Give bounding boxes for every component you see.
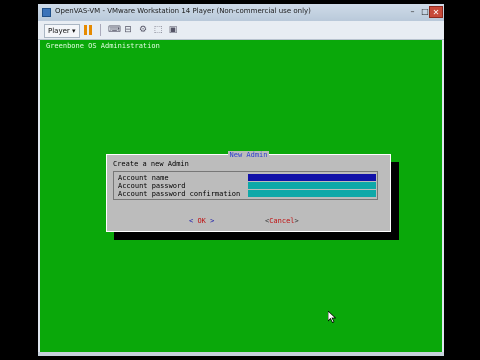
account-name-label: Account name xyxy=(118,174,169,182)
console-header: Greenbone OS Administration xyxy=(46,42,160,50)
ok-bracket-left: < xyxy=(189,217,194,225)
vmware-player-window: OpenVAS-VM - VMware Workstation 14 Playe… xyxy=(38,4,444,356)
window-title: OpenVAS-VM - VMware Workstation 14 Playe… xyxy=(55,7,311,15)
account-password-confirm-label: Account password confirmation xyxy=(118,190,241,198)
dialog-title: New Admin xyxy=(107,151,390,159)
account-password-label: Account password xyxy=(118,182,186,190)
cancel-bracket-right: > xyxy=(294,217,299,225)
account-name-input[interactable] xyxy=(248,174,376,181)
fullscreen-icon[interactable]: ⬚ xyxy=(153,25,163,35)
settings-icon[interactable]: ⚙ xyxy=(138,25,148,35)
cancel-button[interactable]: <Cancel> xyxy=(265,217,299,226)
ok-bracket-right: > xyxy=(210,217,215,225)
account-form: Account name Account password Account pa… xyxy=(113,171,378,200)
ok-button[interactable]: < OK > xyxy=(189,217,214,226)
cancel-button-label: Cancel xyxy=(269,217,295,225)
toolbar-separator xyxy=(100,24,101,36)
minimize-button[interactable]: – xyxy=(406,6,419,18)
close-button[interactable]: ✕ xyxy=(429,6,443,18)
player-toolbar: Player ▾ ⌨ ⊟ ⚙ ⬚ ▣ xyxy=(38,21,444,40)
title-bar[interactable]: OpenVAS-VM - VMware Workstation 14 Playe… xyxy=(38,4,444,21)
vm-console-screen[interactable]: Greenbone OS Administration New Admin Cr… xyxy=(40,40,442,352)
vmware-app-icon xyxy=(42,8,51,17)
window-bottom-border xyxy=(38,352,444,356)
player-menu-button[interactable]: Player ▾ xyxy=(44,24,80,38)
dialog-prompt: Create a new Admin xyxy=(113,160,189,168)
account-password-input[interactable] xyxy=(248,182,376,189)
account-password-confirm-input[interactable] xyxy=(248,190,376,197)
send-ctrl-alt-del-icon[interactable]: ⌨ xyxy=(108,25,121,35)
pause-icon[interactable] xyxy=(84,25,92,35)
dialog-title-text: New Admin xyxy=(227,151,270,159)
ok-button-label: OK xyxy=(197,217,206,225)
new-admin-dialog: New Admin Create a new Admin Account nam… xyxy=(106,151,391,232)
unity-icon[interactable]: ▣ xyxy=(168,25,178,35)
removable-devices-icon[interactable]: ⊟ xyxy=(123,25,133,35)
